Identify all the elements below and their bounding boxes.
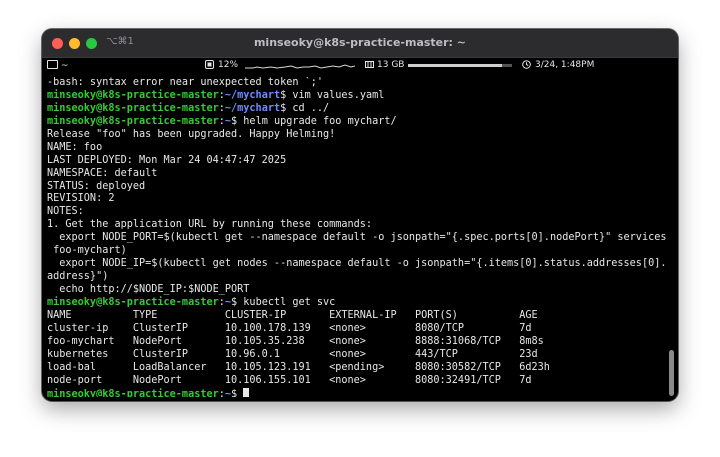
terminal-window: ⌥⌘1 minseoky@k8s-practice-master: ~ ~ 12…	[42, 29, 678, 401]
clock-value: 3/24, 1:48PM	[535, 60, 595, 70]
output-text: cluster-ip ClusterIP 10.100.178.139 <non…	[47, 322, 532, 334]
memory-value: 13 GB	[377, 60, 405, 70]
output-text: NAME: foo	[47, 141, 103, 153]
window-title: minseoky@k8s-practice-master: ~	[253, 36, 467, 49]
prompt-user: minseoky@k8s-practice-master	[47, 296, 219, 308]
prompt-user: minseoky@k8s-practice-master	[47, 115, 219, 127]
cpu-graph	[245, 64, 355, 69]
prompt-line: minseoky@k8s-practice-master:~$ helm upg…	[47, 116, 672, 129]
memory-bar-fill	[408, 64, 502, 67]
output-line: NOTES:	[47, 206, 672, 219]
output-line: STATUS: deployed	[47, 181, 672, 194]
output-text: 1. Get the application URL by running th…	[47, 219, 373, 231]
output-text: -bash: syntax error near unexpected toke…	[47, 77, 324, 88]
output-line: 1. Get the application URL by running th…	[47, 219, 672, 232]
prompt-path: ~/mychart	[224, 89, 281, 101]
output-text: NOTES:	[47, 206, 84, 218]
output-line: NAMESPACE: default	[47, 168, 672, 181]
output-text: NAME TYPE CLUSTER-IP EXTERNAL-IP PORT(S)…	[47, 309, 538, 321]
output-line: LAST DEPLOYED: Mon Mar 24 04:47:47 2025	[47, 155, 672, 168]
folder-icon	[47, 60, 58, 69]
output-text: load-bal LoadBalancer 10.105.123.191 <pe…	[47, 361, 550, 373]
cpu-value: 12%	[218, 60, 239, 70]
prompt-line: minseoky@k8s-practice-master:~/mychart$ …	[47, 90, 672, 103]
prompt-line: minseoky@k8s-practice-master:~/mychart$ …	[47, 103, 672, 116]
memory-icon	[365, 60, 374, 72]
prompt-user: minseoky@k8s-practice-master	[47, 388, 219, 398]
prompt-user: minseoky@k8s-practice-master	[47, 89, 219, 101]
output-line: node-port NodePort 10.106.155.101 <none>…	[47, 375, 672, 388]
output-line: NAME TYPE CLUSTER-IP EXTERNAL-IP PORT(S)…	[47, 310, 672, 323]
prompt-command: $ vim values.yaml	[280, 89, 385, 101]
output-line: Release "foo" has been upgraded. Happy H…	[47, 129, 672, 142]
memory-bar	[408, 64, 512, 67]
output-line: export NODE_IP=$(kubectl get nodes --nam…	[47, 258, 672, 271]
prompt-command: $ helm upgrade foo mychart/	[231, 115, 397, 127]
prompt-line: minseoky@k8s-practice-master:~$	[47, 387, 672, 398]
output-text: Release "foo" has been upgraded. Happy H…	[47, 128, 336, 140]
output-line: echo http://$NODE_IP:$NODE_PORT	[47, 284, 672, 297]
status-folder-text: ~	[60, 61, 69, 71]
output-text: export NODE_PORT=$(kubectl get --namespa…	[47, 232, 667, 244]
prompt-command: $ cd ../	[280, 102, 330, 114]
output-line: REVISION: 2	[47, 193, 672, 206]
output-text: node-port NodePort 10.106.155.101 <none>…	[47, 374, 532, 386]
clock-icon	[522, 60, 531, 72]
output-text: address}")	[47, 271, 109, 283]
prompt-command: $	[231, 388, 244, 398]
output-line: -bash: syntax error near unexpected toke…	[47, 77, 672, 90]
prompt-user: minseoky@k8s-practice-master	[47, 102, 219, 114]
output-line: foo-mychart)	[47, 245, 672, 258]
prompt-command: $ kubectl get svc	[231, 296, 336, 308]
prompt-line: minseoky@k8s-practice-master:~$ kubectl …	[47, 297, 672, 310]
output-text: NAMESPACE: default	[47, 167, 158, 179]
output-line: address}")	[47, 271, 672, 284]
output-text: echo http://$NODE_IP:$NODE_PORT	[47, 284, 250, 295]
scrollbar-thumb[interactable]	[669, 350, 674, 396]
cpu-icon	[205, 60, 214, 72]
output-text: STATUS: deployed	[47, 180, 146, 192]
output-text: REVISION: 2	[47, 193, 115, 205]
output-line: export NODE_PORT=$(kubectl get --namespa…	[47, 232, 672, 245]
status-bar: ~ 12% 13 GB 3/24, 1:48PM	[42, 58, 678, 74]
output-line: load-bal LoadBalancer 10.105.123.191 <pe…	[47, 362, 672, 375]
output-line: kubernetes ClusterIP 10.96.0.1 <none> 44…	[47, 349, 672, 362]
output-text: kubernetes ClusterIP 10.96.0.1 <none> 44…	[47, 348, 538, 360]
output-line: foo-mychart NodePort 10.105.35.238 <none…	[47, 336, 672, 349]
output-line: NAME: foo	[47, 142, 672, 155]
output-text: LAST DEPLOYED: Mon Mar 24 04:47:47 2025	[47, 154, 287, 166]
output-text: foo-mychart NodePort 10.105.35.238 <none…	[47, 335, 544, 347]
status-folder: ~	[47, 60, 68, 71]
terminal-output[interactable]: -bash: syntax error near unexpected toke…	[47, 77, 672, 397]
output-line: cluster-ip ClusterIP 10.100.178.139 <non…	[47, 323, 672, 336]
output-text: foo-mychart)	[47, 245, 127, 257]
output-text: export NODE_IP=$(kubectl get nodes --nam…	[47, 258, 667, 270]
text-cursor	[243, 387, 250, 397]
title-bar: ⌥⌘1 minseoky@k8s-practice-master: ~	[42, 29, 678, 58]
prompt-path: ~/mychart	[224, 102, 281, 114]
